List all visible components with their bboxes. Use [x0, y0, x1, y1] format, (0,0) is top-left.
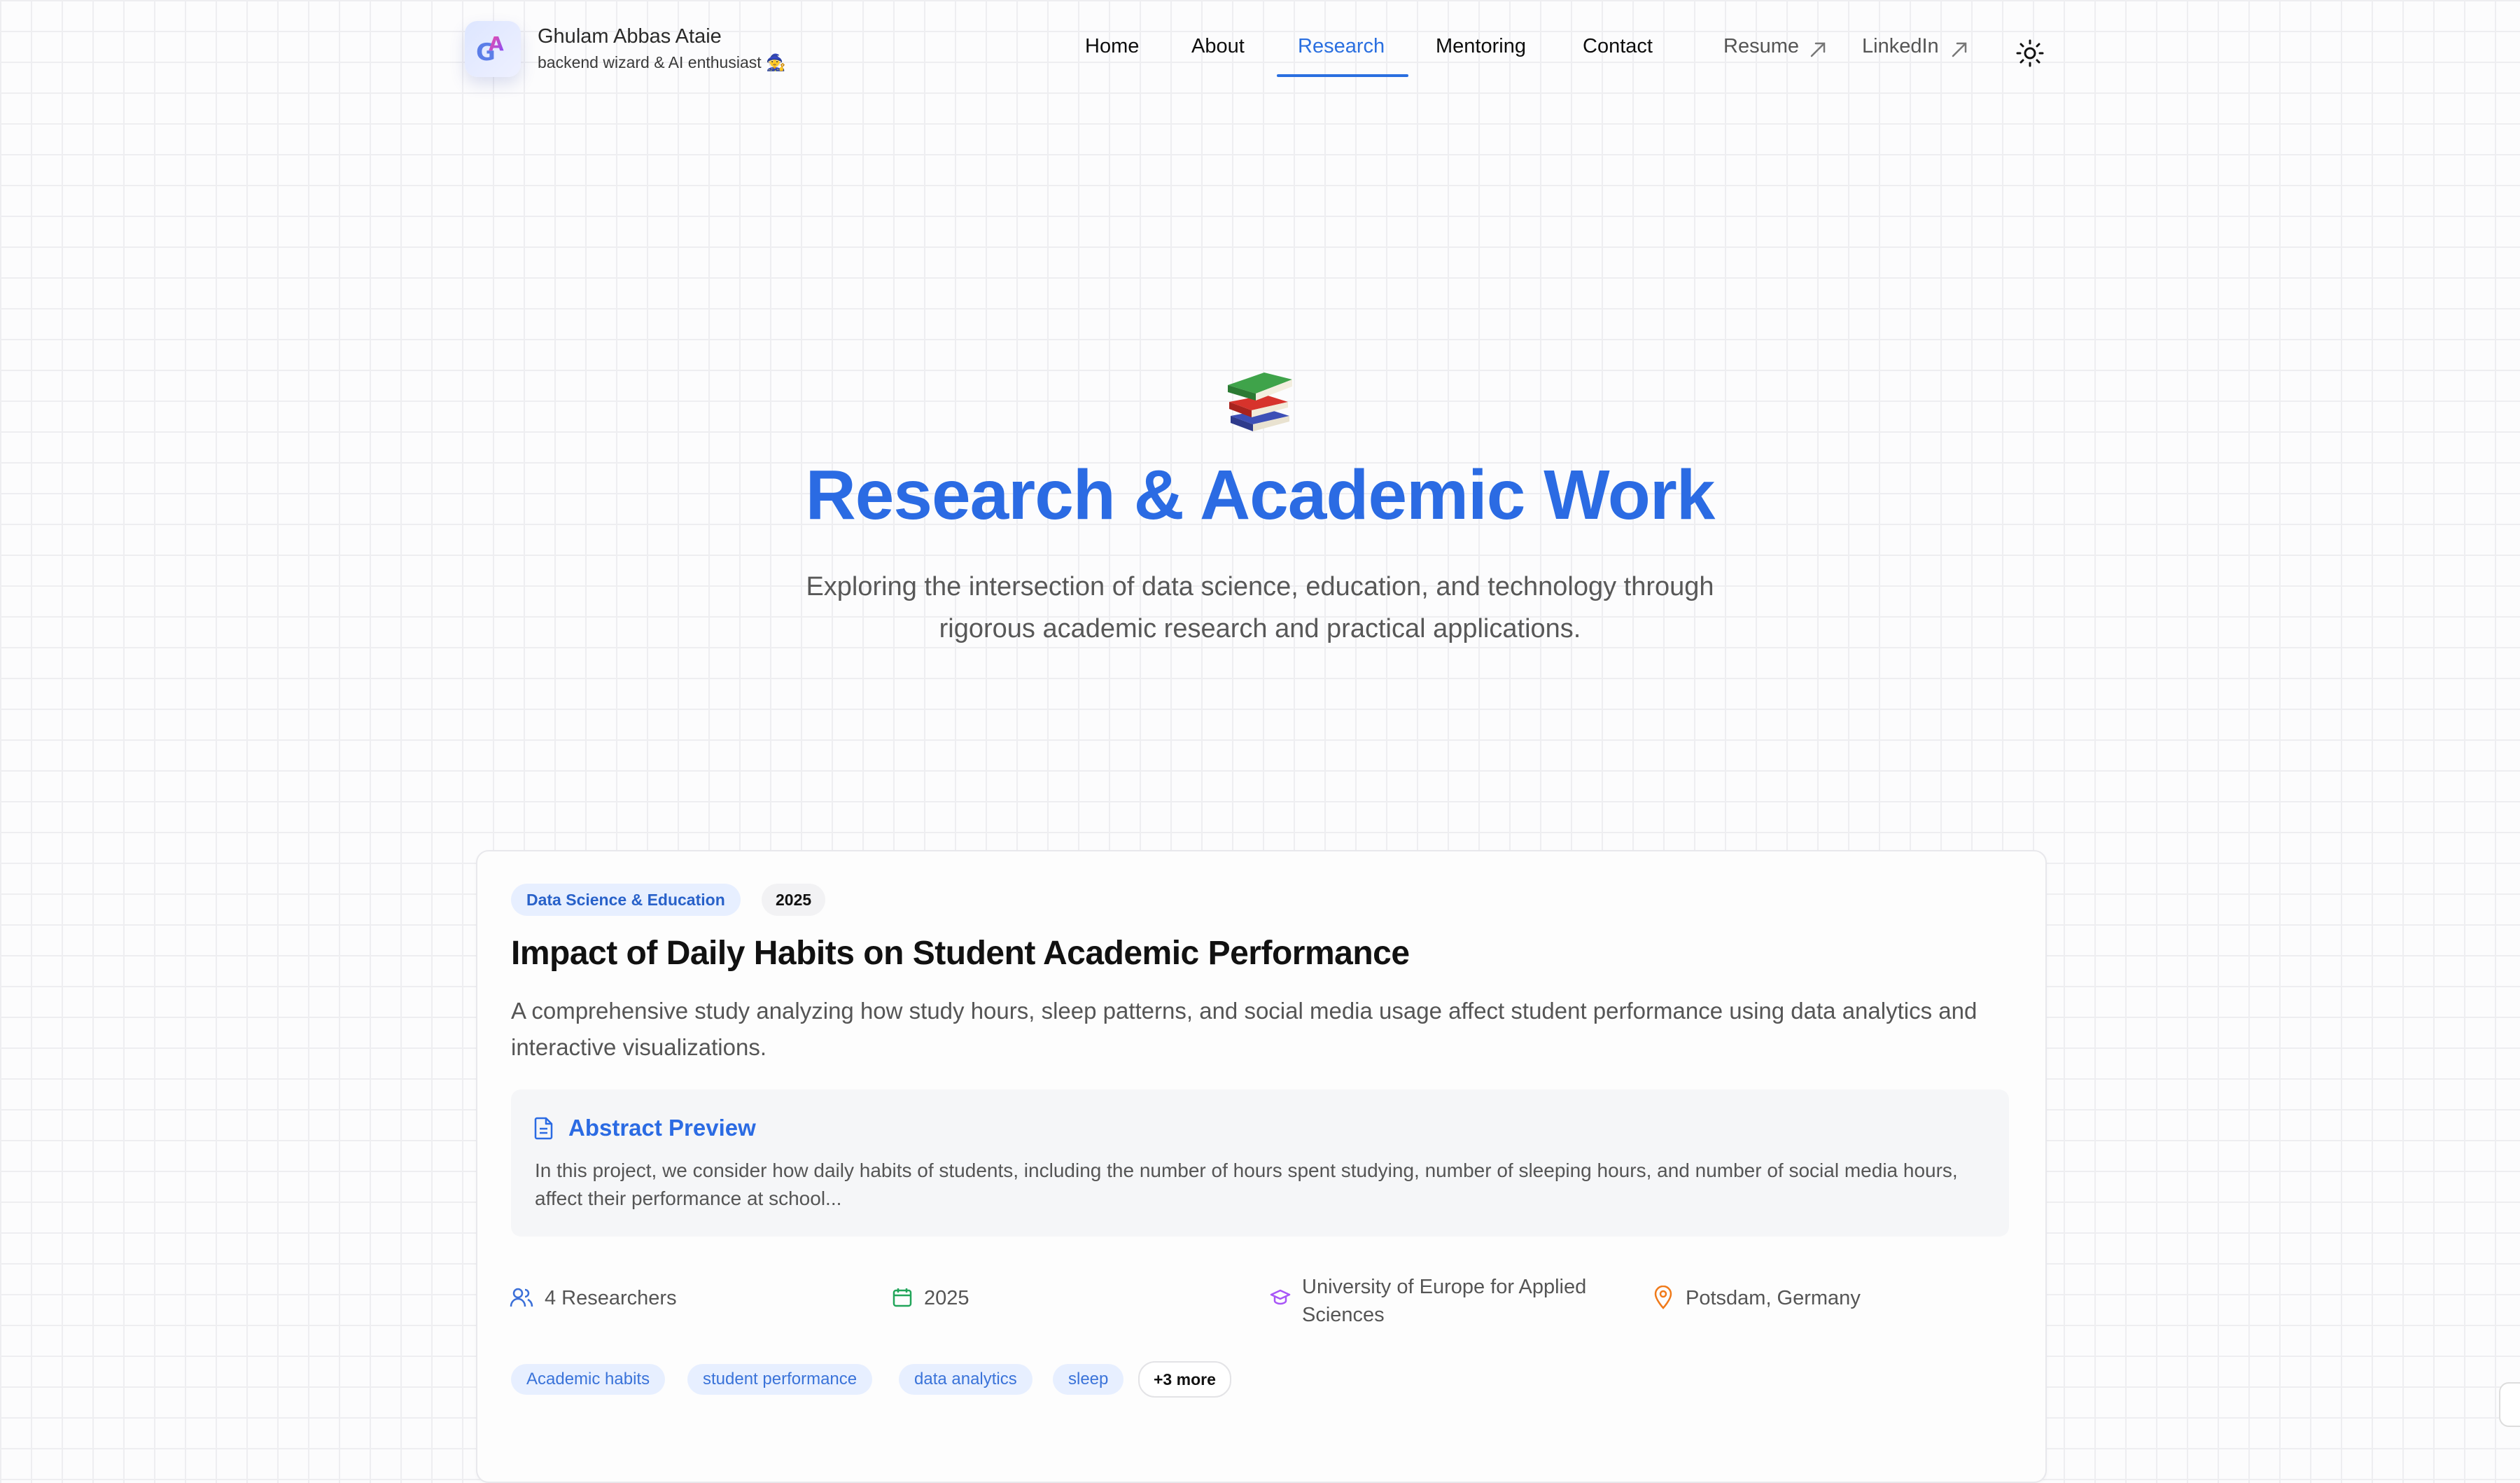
logo[interactable]: G A: [465, 21, 521, 77]
logo-icon: G A: [476, 32, 504, 67]
category-badge: Data Science & Education: [511, 884, 741, 916]
abstract-title: Abstract Preview: [568, 1115, 756, 1141]
abstract-text: In this project, we consider how daily h…: [535, 1160, 1958, 1209]
scroll-to-top-button[interactable]: [2499, 1382, 2520, 1427]
page-title: Research & Academic Work: [805, 456, 1716, 534]
year-badge: 2025: [762, 884, 826, 916]
svg-text:A: A: [489, 32, 504, 55]
more-tags-button[interactable]: +3 more: [1138, 1361, 1231, 1398]
tag-academic-habits[interactable]: Academic habits: [511, 1364, 666, 1395]
nav-mentoring[interactable]: Mentoring: [1436, 35, 1526, 58]
researchers-count: 4 Researchers: [545, 1287, 677, 1309]
external-arrow-icon[interactable]: [1950, 41, 1968, 59]
page-subtitle: Exploring the intersection of data scien…: [806, 572, 1714, 643]
tag-sleep[interactable]: sleep: [1053, 1364, 1124, 1395]
university: University of Europe for Applied Science…: [1302, 1276, 1587, 1326]
nav-research[interactable]: Research: [1298, 35, 1385, 58]
nav-contact[interactable]: Contact: [1583, 35, 1653, 58]
external-arrow-icon[interactable]: [1809, 41, 1827, 59]
nav-home[interactable]: Home: [1085, 35, 1139, 58]
project-description: A comprehensive study analyzing how stud…: [511, 998, 1977, 1060]
tag-data-analytics[interactable]: data analytics: [899, 1364, 1032, 1395]
graduation-cap-icon: [1270, 1289, 1291, 1305]
tag-student-performance[interactable]: student performance: [687, 1364, 873, 1395]
document-icon: [534, 1117, 553, 1140]
linkedin-link[interactable]: LinkedIn: [1862, 35, 1939, 58]
users-icon: [510, 1288, 533, 1307]
sun-icon[interactable]: [2013, 36, 2047, 70]
calendar-icon: [892, 1288, 912, 1307]
location: Potsdam, Germany: [1686, 1287, 1861, 1309]
brand-tagline: backend wizard & AI enthusiast 🧙: [538, 53, 786, 71]
books-icon: [1228, 373, 1292, 431]
resume-link[interactable]: Resume: [1723, 35, 1799, 58]
site-header: G A Ghulam Abbas Ataie backend wizard & …: [0, 0, 2520, 98]
project-title[interactable]: Impact of Daily Habits on Student Academ…: [511, 934, 1410, 973]
active-nav-indicator: [1277, 74, 1408, 77]
location-pin-icon: [1654, 1286, 1672, 1309]
nav-about[interactable]: About: [1191, 35, 1245, 58]
project-year: 2025: [924, 1287, 969, 1309]
brand-name[interactable]: Ghulam Abbas Ataie: [538, 25, 722, 48]
